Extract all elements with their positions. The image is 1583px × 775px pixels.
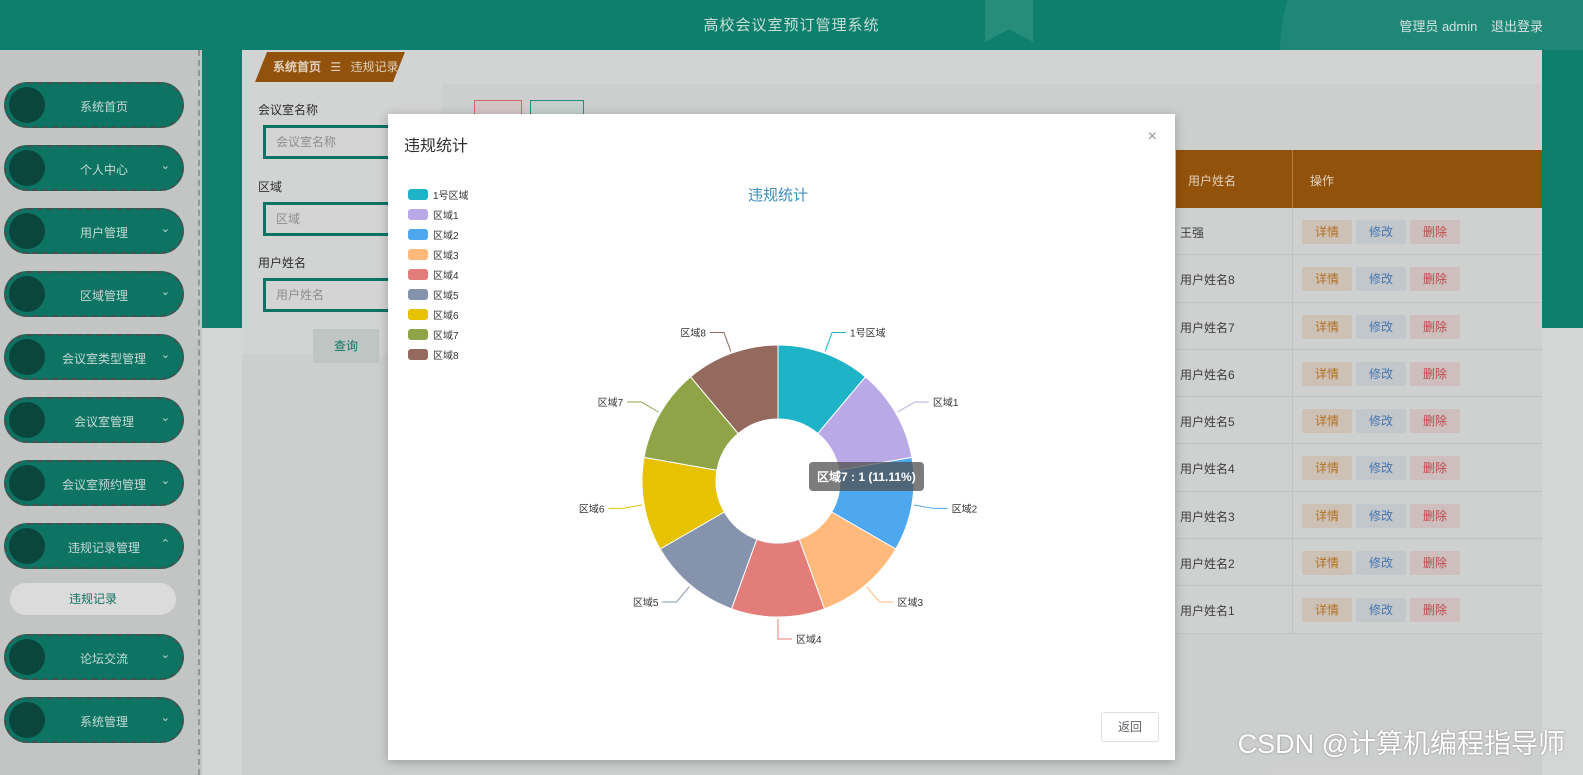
slice-label: 区域5 — [633, 596, 659, 609]
label-line — [824, 332, 847, 352]
back-button[interactable]: 返回 — [1101, 712, 1159, 742]
label-line — [913, 504, 948, 509]
slice-label: 区域2 — [952, 502, 978, 515]
slice-label: 区域4 — [796, 633, 822, 646]
label-line — [627, 401, 659, 413]
label-line — [662, 586, 690, 603]
label-line — [866, 586, 894, 603]
label-line — [608, 504, 643, 509]
label-line — [777, 619, 792, 640]
slice-label: 1号区域 — [850, 327, 886, 340]
label-line — [897, 401, 929, 413]
watermark: CSDN @计算机编程指导师 — [1237, 729, 1565, 759]
donut-chart: 1号区域区域1 区域2 区域3 区域4 区域5 区域6 区域7 区域8 — [579, 327, 978, 646]
stats-dialog: 违规统计 × 违规统计 1号区域 区域1 区域2 区域3 区域4 区域5 区域6 区域7 区域8… — [388, 114, 1175, 760]
label-line — [709, 332, 732, 352]
chart-tooltip: 区域7 : 1 (11.11%) — [809, 462, 924, 491]
slice-label: 区域6 — [579, 502, 605, 515]
slice-label: 区域1 — [933, 396, 959, 409]
slice-label: 区域3 — [898, 596, 924, 609]
slice-label: 区域8 — [680, 327, 706, 340]
slice-label: 区域7 — [598, 396, 624, 409]
